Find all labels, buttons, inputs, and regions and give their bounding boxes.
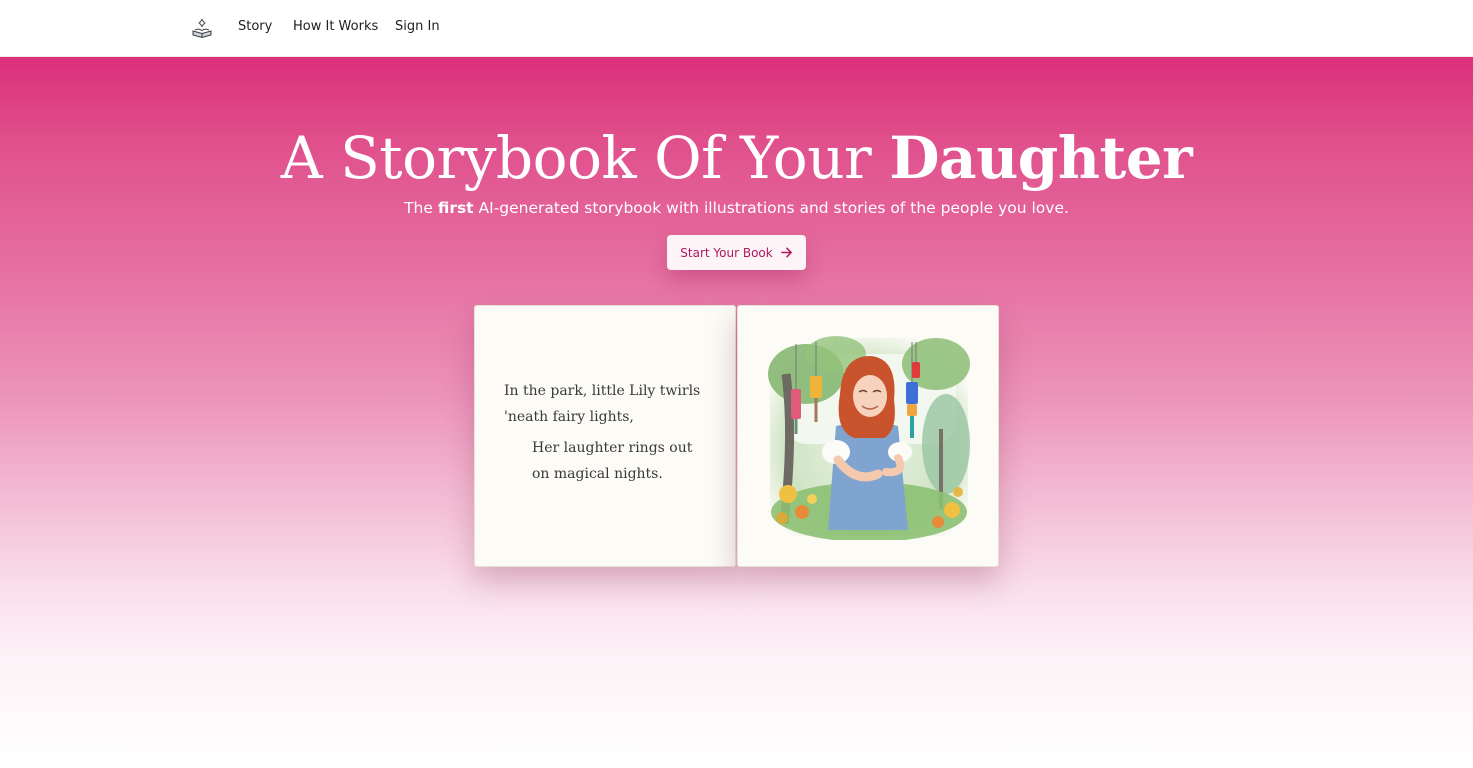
girl-with-wind-chimes-illustration [768, 336, 970, 540]
book-lamp-icon[interactable] [190, 16, 214, 40]
start-your-book-label: Start Your Book [680, 245, 773, 260]
hero-title-bold: Daughter [889, 124, 1193, 192]
book-right-page [737, 305, 999, 567]
book-left-page: In the park, little Lily twirls 'neath f… [474, 305, 736, 567]
hero-subtitle: The first AI-generated storybook with il… [0, 199, 1473, 217]
subtitle-suffix: AI-generated storybook with illustration… [473, 199, 1069, 217]
subtitle-prefix: The [404, 199, 438, 217]
hero-section: A Storybook Of Your Daughter The first A… [0, 57, 1473, 768]
poem-line-1: In the park, little Lily twirls 'neath f… [504, 383, 701, 425]
arrow-right-icon [780, 247, 792, 258]
top-navigation: Story How It Works Sign In [0, 0, 1473, 57]
nav-link-how-it-works[interactable]: How It Works [293, 19, 378, 34]
hero-title-light: A Storybook Of Your [280, 124, 890, 192]
hero-title: A Storybook Of Your Daughter [0, 123, 1473, 193]
nav-link-story[interactable]: Story [238, 19, 272, 34]
nav-link-sign-in[interactable]: Sign In [395, 19, 440, 34]
poem-line-2: Her laughter rings out on magical nights… [532, 440, 693, 482]
start-your-book-button[interactable]: Start Your Book [667, 235, 806, 270]
subtitle-emphasis: first [437, 199, 474, 217]
